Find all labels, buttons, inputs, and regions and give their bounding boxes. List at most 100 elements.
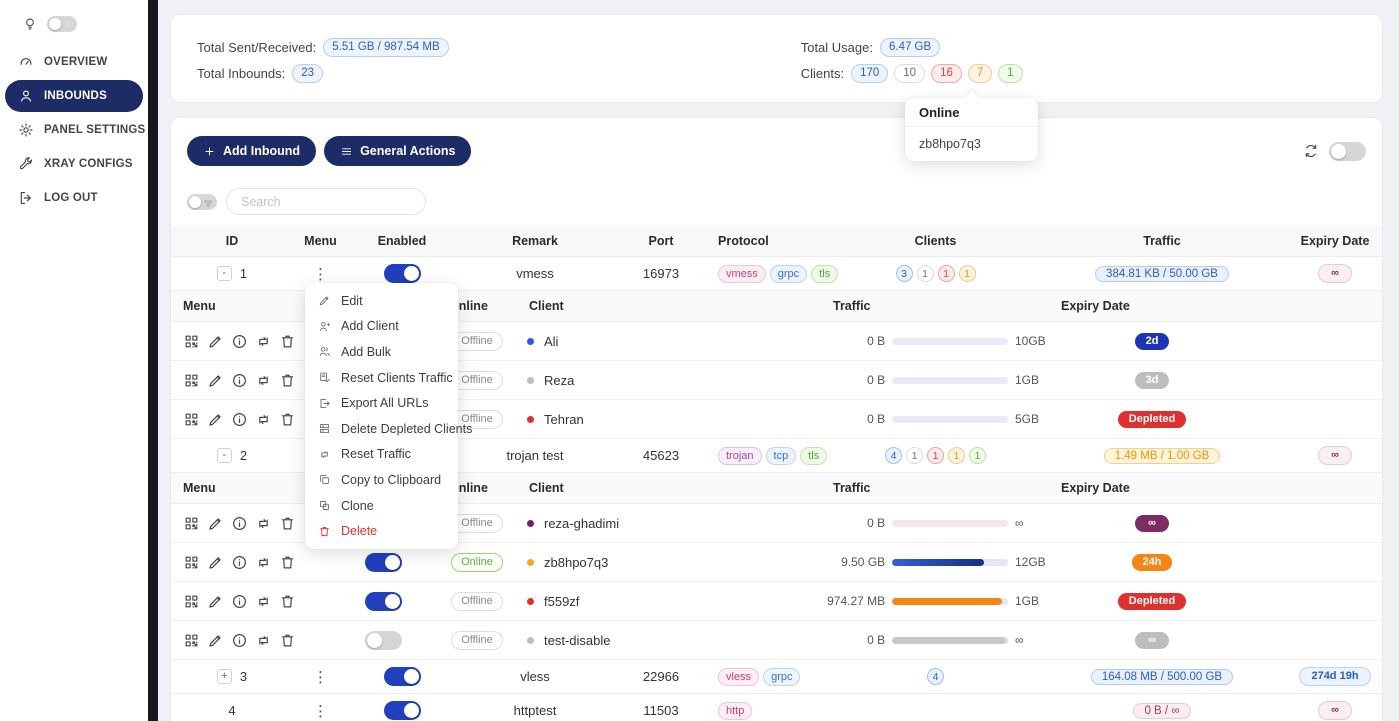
delete-client-icon[interactable] xyxy=(279,515,296,532)
filter-toggle[interactable] xyxy=(187,194,217,210)
inbound-menu-button[interactable]: ⋮ xyxy=(313,668,328,686)
column-header-port: Port xyxy=(614,234,708,248)
toolbar-right xyxy=(1303,142,1366,161)
qrcode-icon[interactable] xyxy=(183,593,200,610)
reset-client-traffic-icon[interactable] xyxy=(255,632,272,649)
clients-count-badge-green[interactable]: 1 xyxy=(998,64,1022,83)
client-info-icon[interactable] xyxy=(231,554,248,571)
context-menu-item-edit[interactable]: Edit xyxy=(305,288,458,314)
reset-client-traffic-icon[interactable] xyxy=(255,554,272,571)
general-actions-button[interactable]: General Actions xyxy=(324,136,471,166)
context-menu-item-reset-clients-traffic[interactable]: Reset Clients Traffic xyxy=(305,365,458,391)
sidebar-item-label: XRAY CONFIGS xyxy=(44,158,133,170)
edit-client-icon[interactable] xyxy=(207,515,224,532)
client-count-badge-green[interactable]: 1 xyxy=(969,447,986,464)
client-info-icon[interactable] xyxy=(231,333,248,350)
client-info-icon[interactable] xyxy=(231,372,248,389)
toggle-knob xyxy=(367,633,382,648)
context-menu-item-clone[interactable]: Clone xyxy=(305,493,458,519)
qrcode-icon[interactable] xyxy=(183,632,200,649)
expand-row-button[interactable]: + xyxy=(217,669,232,684)
column-header-clients: Clients xyxy=(833,234,1038,248)
context-menu-item-copy-to-clipboard[interactable]: Copy to Clipboard xyxy=(305,467,458,493)
inbound-expiry-badge: 274d 19h xyxy=(1299,667,1370,686)
online-popup-list: zb8hpo7q3 xyxy=(905,127,1038,161)
auto-refresh-toggle[interactable] xyxy=(1329,142,1366,161)
client-info-icon[interactable] xyxy=(231,593,248,610)
inbound-enabled-toggle[interactable] xyxy=(384,264,421,283)
inbound-menu-button[interactable]: ⋮ xyxy=(313,265,328,283)
context-menu-item-delete-depleted-clients[interactable]: Delete Depleted Clients xyxy=(305,416,458,442)
delete-client-icon[interactable] xyxy=(279,372,296,389)
collapse-row-button[interactable]: - xyxy=(217,266,232,281)
delete-client-icon[interactable] xyxy=(279,333,296,350)
sidebar-item-overview[interactable]: OVERVIEW xyxy=(5,46,143,78)
context-menu-item-add-client[interactable]: Add Client xyxy=(305,314,458,340)
edit-client-icon[interactable] xyxy=(207,333,224,350)
clients-count-badge-blue[interactable]: 170 xyxy=(851,64,888,83)
client-info-icon[interactable] xyxy=(231,632,248,649)
client-name: Tehran xyxy=(544,412,584,427)
clients-count-badge-red[interactable]: 16 xyxy=(931,64,962,83)
inbound-enabled-toggle[interactable] xyxy=(384,701,421,720)
qrcode-icon[interactable] xyxy=(183,515,200,532)
delete-client-icon[interactable] xyxy=(279,632,296,649)
client-traffic-used: 9.50 GB xyxy=(821,555,885,569)
edit-client-icon[interactable] xyxy=(207,411,224,428)
delete-client-icon[interactable] xyxy=(279,593,296,610)
context-menu-item-add-bulk[interactable]: Add Bulk xyxy=(305,339,458,365)
client-count-badge-gray[interactable]: 1 xyxy=(906,447,923,464)
delete-client-icon[interactable] xyxy=(279,411,296,428)
theme-toggle[interactable] xyxy=(47,16,77,32)
client-count-badge-gray[interactable]: 1 xyxy=(917,265,934,282)
client-enabled-toggle[interactable] xyxy=(365,592,402,611)
reset-client-traffic-icon[interactable] xyxy=(255,333,272,350)
client-menu-icons xyxy=(171,593,329,610)
edit-client-icon[interactable] xyxy=(207,593,224,610)
qrcode-icon[interactable] xyxy=(183,372,200,389)
client-info-icon[interactable] xyxy=(231,411,248,428)
client-count-badge-orange[interactable]: 1 xyxy=(959,265,976,282)
clients-count-badge-orange[interactable]: 7 xyxy=(968,64,992,83)
sidebar-item-label: INBOUNDS xyxy=(44,90,107,102)
reset-traffic-icon xyxy=(318,448,331,461)
sidebar-item-xray-configs[interactable]: XRAY CONFIGS xyxy=(5,148,143,180)
search-input[interactable] xyxy=(226,188,426,215)
edit-client-icon[interactable] xyxy=(207,554,224,571)
client-enabled-toggle[interactable] xyxy=(365,631,402,650)
edit-client-icon[interactable] xyxy=(207,632,224,649)
client-count-badge-blue[interactable]: 4 xyxy=(927,668,944,685)
collapse-row-button[interactable]: - xyxy=(217,448,232,463)
client-count-badge-blue[interactable]: 4 xyxy=(885,447,902,464)
edit-client-icon[interactable] xyxy=(207,372,224,389)
refresh-icon[interactable] xyxy=(1303,143,1319,159)
delete-client-icon[interactable] xyxy=(279,554,296,571)
reset-client-traffic-icon[interactable] xyxy=(255,372,272,389)
context-menu-item-reset-traffic[interactable]: Reset Traffic xyxy=(305,442,458,468)
client-count-badge-orange[interactable]: 1 xyxy=(948,447,965,464)
client-count-badge-red[interactable]: 1 xyxy=(938,265,955,282)
context-menu-item-delete[interactable]: Delete xyxy=(305,518,458,544)
sidebar-item-panel-settings[interactable]: PANEL SETTINGS xyxy=(5,114,143,146)
clients-count-badge-gray[interactable]: 10 xyxy=(894,64,925,83)
sidebar-item-inbounds[interactable]: INBOUNDS xyxy=(5,80,143,112)
client-count-badge-red[interactable]: 1 xyxy=(927,447,944,464)
table-header-row: IDMenuEnabledRemarkPortProtocolClientsTr… xyxy=(171,226,1382,257)
stat-clients: Clients: 170101671 xyxy=(801,60,1023,86)
client-traffic-bar xyxy=(892,520,1008,527)
inbound-menu-button[interactable]: ⋮ xyxy=(313,702,328,720)
client-count-badge-blue[interactable]: 3 xyxy=(896,265,913,282)
qrcode-icon[interactable] xyxy=(183,554,200,571)
reset-client-traffic-icon[interactable] xyxy=(255,593,272,610)
client-info-icon[interactable] xyxy=(231,515,248,532)
qrcode-icon[interactable] xyxy=(183,411,200,428)
client-enabled-toggle[interactable] xyxy=(365,553,402,572)
inbound-enabled-toggle[interactable] xyxy=(384,667,421,686)
client-column-header-expiry-date: Expiry Date xyxy=(1049,299,1255,313)
context-menu-item-export-all-urls[interactable]: Export All URLs xyxy=(305,390,458,416)
qrcode-icon[interactable] xyxy=(183,333,200,350)
reset-client-traffic-icon[interactable] xyxy=(255,411,272,428)
add-inbound-button[interactable]: Add Inbound xyxy=(187,136,316,166)
reset-client-traffic-icon[interactable] xyxy=(255,515,272,532)
sidebar-item-log-out[interactable]: LOG OUT xyxy=(5,182,143,214)
